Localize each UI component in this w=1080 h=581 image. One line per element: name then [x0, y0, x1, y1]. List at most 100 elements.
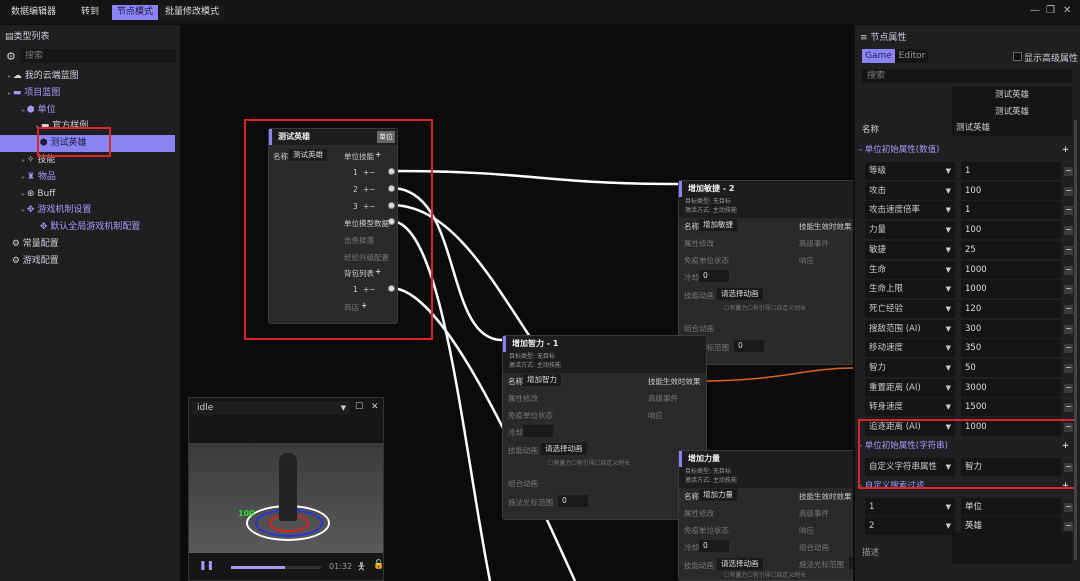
- add-remove-buttons[interactable]: +−: [363, 285, 376, 294]
- property-key-select[interactable]: 攻击速度倍率 ▼: [865, 201, 955, 220]
- remove-icon[interactable]: −: [1064, 502, 1073, 512]
- search-input[interactable]: 搜索: [862, 69, 1072, 83]
- show-advanced-checkbox[interactable]: [1013, 52, 1022, 61]
- property-value-input[interactable]: 1: [961, 201, 1061, 220]
- channel-checkbox[interactable]: 有引导: [577, 460, 595, 467]
- description-input[interactable]: [952, 532, 1072, 564]
- remove-icon[interactable]: −: [1064, 522, 1073, 532]
- port[interactable]: [388, 202, 395, 209]
- property-value-input[interactable]: 100: [961, 221, 1061, 240]
- property-key-select[interactable]: 生命 ▼: [865, 260, 955, 279]
- property-value-input[interactable]: 单位: [961, 497, 1061, 516]
- maximize-icon[interactable]: ☐: [355, 402, 363, 412]
- add-remove-buttons[interactable]: +−: [363, 202, 376, 211]
- minimize-icon[interactable]: —: [1030, 5, 1040, 16]
- add-shop-button[interactable]: +: [361, 301, 367, 310]
- custom-duration-checkbox[interactable]: 自定义时长: [776, 305, 806, 312]
- property-key-select[interactable]: 重置距离 (AI) ▼: [865, 378, 955, 397]
- remove-icon[interactable]: −: [1064, 265, 1073, 275]
- remove-icon[interactable]: −: [1064, 285, 1073, 295]
- select-animation-button[interactable]: 请选择动画: [717, 558, 763, 570]
- port[interactable]: [388, 185, 395, 192]
- charge-checkbox[interactable]: 有蓄力: [553, 460, 571, 467]
- goto-menu[interactable]: 转到: [76, 5, 104, 20]
- lock-icon[interactable]: 🔓: [373, 560, 384, 570]
- remove-icon[interactable]: −: [1064, 344, 1073, 354]
- tree-item[interactable]: ▸ ♜ 物品: [0, 169, 175, 186]
- remove-icon[interactable]: −: [1064, 364, 1073, 373]
- add-remove-buttons[interactable]: +−: [363, 168, 376, 177]
- add-bag-button[interactable]: +: [375, 267, 381, 276]
- search-input[interactable]: 搜索: [20, 49, 176, 63]
- progress-slider[interactable]: [231, 566, 321, 569]
- skill-node[interactable]: 增加智力 - 1 目标类型: 无目标 激活方式: 主动技能 名称 增加智力 属性…: [502, 335, 707, 520]
- close-icon[interactable]: ✕: [1063, 5, 1071, 16]
- property-key-select[interactable]: 死亡经验 ▼: [865, 299, 955, 318]
- channel-checkbox[interactable]: 有引导: [753, 305, 771, 312]
- property-value-input[interactable]: 3000: [961, 378, 1061, 397]
- tree-item[interactable]: ⚙ 游戏配置: [0, 253, 175, 270]
- property-value-input[interactable]: 350: [961, 339, 1061, 358]
- property-value-input[interactable]: 50: [961, 359, 1061, 377]
- 3d-viewport[interactable]: 100: [189, 443, 383, 553]
- remove-icon[interactable]: −: [1064, 226, 1073, 236]
- skill-node[interactable]: 增加力量 目标类型: 无目标 激活方式: 主动技能 名称 增加力量 属性修改 免…: [678, 450, 853, 581]
- charge-checkbox[interactable]: 有蓄力: [729, 572, 747, 579]
- figure-icon[interactable]: 🯅: [357, 560, 366, 577]
- cast-range-field[interactable]: 0: [849, 557, 853, 569]
- remove-icon[interactable]: −: [1064, 186, 1073, 196]
- property-key-select[interactable]: 转身速度 ▼: [865, 398, 955, 417]
- add-skill-button[interactable]: +: [375, 150, 381, 159]
- property-key-select[interactable]: 力量 ▼: [865, 221, 955, 240]
- property-value-input[interactable]: 25: [961, 240, 1061, 259]
- charge-checkbox[interactable]: 有蓄力: [729, 305, 747, 312]
- tab-game[interactable]: Game: [862, 49, 895, 63]
- main-node[interactable]: 测试英雄 单位 名称 测试英雄 单位技能 + 1 +− 2 +− 3 +− 单位…: [268, 128, 398, 324]
- property-key-select[interactable]: 1 ▼: [865, 497, 955, 516]
- animation-select[interactable]: idle ▼: [192, 401, 350, 415]
- tree-item[interactable]: ▸ ⬢ 单位: [0, 102, 175, 119]
- tab-editor[interactable]: Editor: [896, 49, 928, 63]
- property-key-select[interactable]: 2 ▼: [865, 517, 955, 536]
- close-icon[interactable]: ✕: [371, 402, 379, 412]
- select-animation-button[interactable]: 请选择动画: [541, 443, 587, 455]
- batch-mode-tab[interactable]: 批量修改模式: [160, 5, 225, 20]
- name-field[interactable]: 测试英雄: [289, 149, 327, 161]
- property-value-input[interactable]: 1000: [961, 260, 1061, 279]
- property-key-select[interactable]: 搜敌范围 (AI) ▼: [865, 319, 955, 338]
- channel-checkbox[interactable]: 有引导: [753, 572, 771, 579]
- node-mode-tab[interactable]: 节点模式: [112, 5, 159, 20]
- property-value-input[interactable]: 1500: [961, 398, 1061, 417]
- remove-icon[interactable]: −: [1064, 245, 1073, 255]
- remove-icon[interactable]: −: [1064, 206, 1073, 216]
- port[interactable]: [388, 168, 395, 175]
- tree-item[interactable]: ▸ ☁ 我的云端蓝图: [0, 68, 175, 85]
- port[interactable]: [388, 218, 395, 225]
- property-key-select[interactable]: 生命上限 ▼: [865, 280, 955, 299]
- remove-icon[interactable]: −: [1064, 167, 1073, 176]
- name-field[interactable]: 增加力量: [699, 489, 737, 501]
- gear-icon[interactable]: ⚙: [6, 50, 16, 63]
- remove-icon[interactable]: −: [1064, 403, 1073, 413]
- property-value-input[interactable]: 100: [961, 181, 1061, 200]
- property-value-input[interactable]: 120: [961, 299, 1061, 318]
- tree-item[interactable]: ▸ ▬ 项目蓝图: [0, 85, 175, 102]
- section-header[interactable]: - 单位初始属性(数值) +: [859, 142, 1071, 158]
- remove-icon[interactable]: −: [1064, 324, 1073, 334]
- name-field[interactable]: 增加敏捷: [699, 219, 737, 231]
- custom-duration-checkbox[interactable]: 自定义时长: [776, 572, 806, 579]
- tree-item[interactable]: ✥ 默认全局游戏机制配置: [0, 219, 175, 236]
- pause-icon[interactable]: ❚❚: [199, 561, 214, 571]
- tree-item[interactable]: ▸ ✥ 游戏机制设置: [0, 202, 175, 219]
- cast-range-field[interactable]: 0: [558, 495, 588, 507]
- add-icon[interactable]: +: [1062, 142, 1069, 158]
- cast-range-field[interactable]: 0: [734, 340, 764, 352]
- remove-icon[interactable]: −: [1064, 383, 1073, 393]
- remove-icon[interactable]: −: [1064, 304, 1073, 314]
- property-key-select[interactable]: 等级 ▼: [865, 162, 955, 180]
- tree-item[interactable]: ▸ ⊕ Buff: [0, 186, 175, 203]
- property-key-select[interactable]: 移动速度 ▼: [865, 339, 955, 358]
- property-key-select[interactable]: 攻击 ▼: [865, 181, 955, 200]
- name-input[interactable]: 测试英雄: [952, 120, 1072, 136]
- add-remove-buttons[interactable]: +−: [363, 185, 376, 194]
